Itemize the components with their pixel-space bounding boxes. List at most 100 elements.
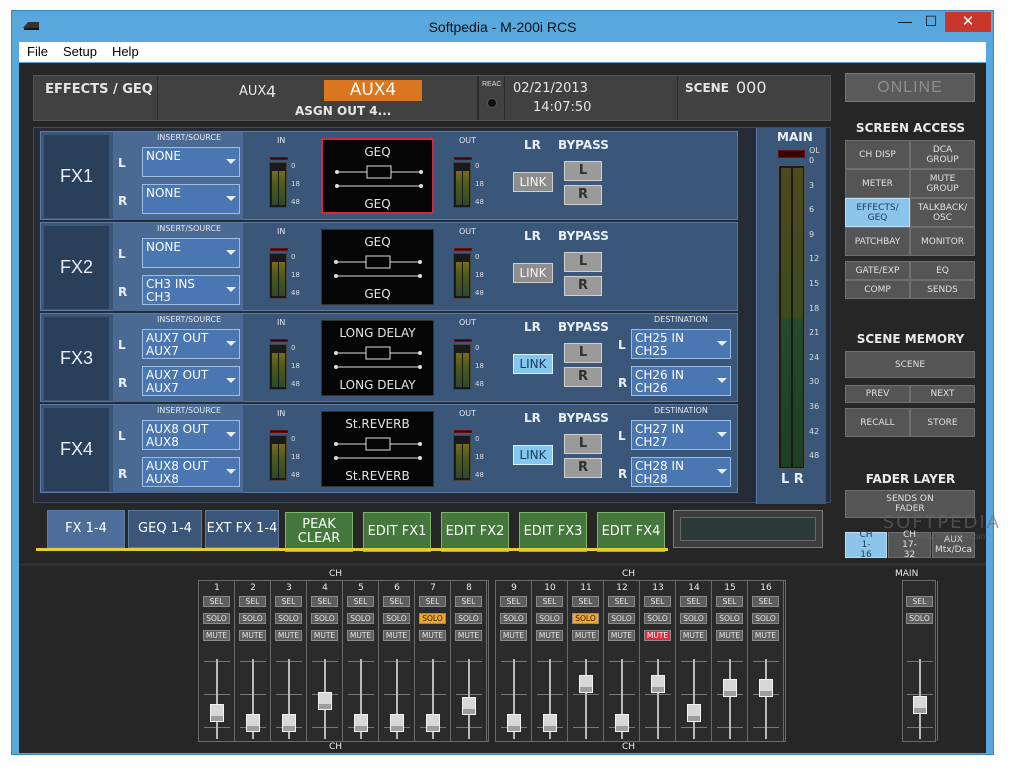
screen-dca-group-button[interactable]: DCA GROUP [910,140,975,169]
sel-button[interactable]: SEL [275,596,302,607]
sel-button[interactable]: SEL [383,596,410,607]
layer-ch-1-16[interactable]: CH 1-16 [845,530,887,560]
link-button[interactable]: LINK [513,445,553,465]
mute-button[interactable]: MUTE [203,630,230,641]
fader-knob[interactable] [318,692,332,710]
fader-knob[interactable] [759,679,773,697]
solo-button[interactable]: SOLO [455,613,482,624]
minimize-button[interactable]: — [892,12,918,32]
bypass-r-button[interactable]: R [564,367,602,387]
screen-patchbay-button[interactable]: PATCHBAY [845,227,910,256]
bypass-l-button[interactable]: L [564,434,602,454]
mute-button[interactable]: MUTE [572,630,599,641]
destination-l-select[interactable]: CH25 IN CH25 [631,329,731,359]
prev-button[interactable]: PREV [845,385,910,403]
menu-setup[interactable]: Setup [55,42,104,59]
solo-button[interactable]: SOLO [275,613,302,624]
screen-monitor-button[interactable]: MONITOR [910,227,975,256]
fx-display[interactable]: GEQ GEQ [321,229,434,305]
next-button[interactable]: NEXT [910,385,975,403]
sel-button[interactable]: SEL [680,596,707,607]
solo-button[interactable]: SOLO [680,613,707,624]
mute-button[interactable]: MUTE [419,630,446,641]
solo-button[interactable]: SOLO [203,613,230,624]
fader-knob[interactable] [354,714,368,732]
mute-button[interactable]: MUTE [716,630,743,641]
sel-button[interactable]: SEL [608,596,635,607]
sel-button[interactable]: SEL [203,596,230,607]
screen-meter-button[interactable]: METER [845,169,910,198]
solo-button[interactable]: SOLO [239,613,266,624]
mute-button[interactable]: MUTE [752,630,779,641]
fx-display[interactable]: GEQ GEQ [321,138,434,214]
screen-ch-disp-button[interactable]: CH DISP [845,140,910,169]
bypass-l-button[interactable]: L [564,161,602,181]
menu-file[interactable]: File [19,42,55,59]
screen-gate-exp-button[interactable]: GATE/EXP [845,261,910,280]
sel-button[interactable]: SEL [752,596,779,607]
tab-fx-1-4[interactable]: FX 1-4 [47,510,125,548]
bypass-r-button[interactable]: R [564,185,602,205]
solo-button[interactable]: SOLO [752,613,779,624]
edit-fx1-button[interactable]: EDIT FX1 [363,512,431,552]
solo-button[interactable]: SOLO [383,613,410,624]
fader-knob[interactable] [651,675,665,693]
solo-button[interactable]: SOLO [644,613,671,624]
solo-button[interactable]: SOLO [500,613,527,624]
source-r-select[interactable]: AUX8 OUT AUX8 [142,457,240,487]
screen-comp-button[interactable]: COMP [845,280,910,299]
fader-knob[interactable] [687,704,701,722]
sel-button[interactable]: SEL [455,596,482,607]
fader-knob[interactable] [723,679,737,697]
mute-button[interactable]: MUTE [455,630,482,641]
mute-button[interactable]: MUTE [383,630,410,641]
fx-display[interactable]: St.REVERB St.REVERB [321,411,434,487]
bypass-r-button[interactable]: R [564,458,602,478]
close-button[interactable]: ✕ [945,12,991,32]
fader-knob[interactable] [462,697,476,715]
online-button[interactable]: ONLINE [845,73,975,102]
fx-display[interactable]: LONG DELAY LONG DELAY [321,320,434,396]
sel-button[interactable]: SEL [419,596,446,607]
fader-knob[interactable] [390,714,404,732]
solo-button[interactable]: SOLO [572,613,599,624]
solo-button[interactable]: SOLO [536,613,563,624]
fader-knob[interactable] [543,714,557,732]
bypass-l-button[interactable]: L [564,252,602,272]
solo-button[interactable]: SOLO [347,613,374,624]
solo-button[interactable]: SOLO [311,613,338,624]
mute-button[interactable]: MUTE [536,630,563,641]
scene-button[interactable]: SCENE [845,351,975,378]
screen-mute-group-button[interactable]: MUTE GROUP [910,169,975,198]
menu-help[interactable]: Help [104,42,146,59]
source-r-select[interactable]: NONE [142,184,240,214]
tab-ext-fx-1-4[interactable]: EXT FX 1-4 [205,510,279,548]
source-r-select[interactable]: AUX7 OUT AUX7 [142,366,240,396]
peak-clear-button[interactable]: PEAK CLEAR [285,512,353,552]
screen-sends-button[interactable]: SENDS [910,280,975,299]
solo-button[interactable]: SOLO [716,613,743,624]
source-l-select[interactable]: NONE [142,238,240,268]
mute-button[interactable]: MUTE [644,630,671,641]
fader-knob[interactable] [282,714,296,732]
destination-r-select[interactable]: CH28 IN CH28 [631,457,731,487]
sel-button[interactable]: SEL [500,596,527,607]
source-l-select[interactable]: AUX8 OUT AUX8 [142,420,240,450]
fader-knob[interactable] [913,696,927,714]
sel-button[interactable]: SEL [536,596,563,607]
mute-button[interactable]: MUTE [500,630,527,641]
fader-knob[interactable] [210,704,224,722]
sel-button[interactable]: SEL [239,596,266,607]
recall-button[interactable]: RECALL [845,408,910,437]
sel-button[interactable]: SEL [347,596,374,607]
mute-button[interactable]: MUTE [275,630,302,641]
mute-button[interactable]: MUTE [608,630,635,641]
solo-button[interactable]: SOLO [608,613,635,624]
store-button[interactable]: STORE [910,408,975,437]
sel-button[interactable]: SEL [311,596,338,607]
destination-r-select[interactable]: CH26 IN CH26 [631,366,731,396]
tab-geq-1-4[interactable]: GEQ 1-4 [128,510,202,548]
screen-effects-geq-button[interactable]: EFFECTS/ GEQ [845,198,910,227]
fader-knob[interactable] [579,675,593,693]
screen-talkback-osc-button[interactable]: TALKBACK/ OSC [910,198,975,227]
